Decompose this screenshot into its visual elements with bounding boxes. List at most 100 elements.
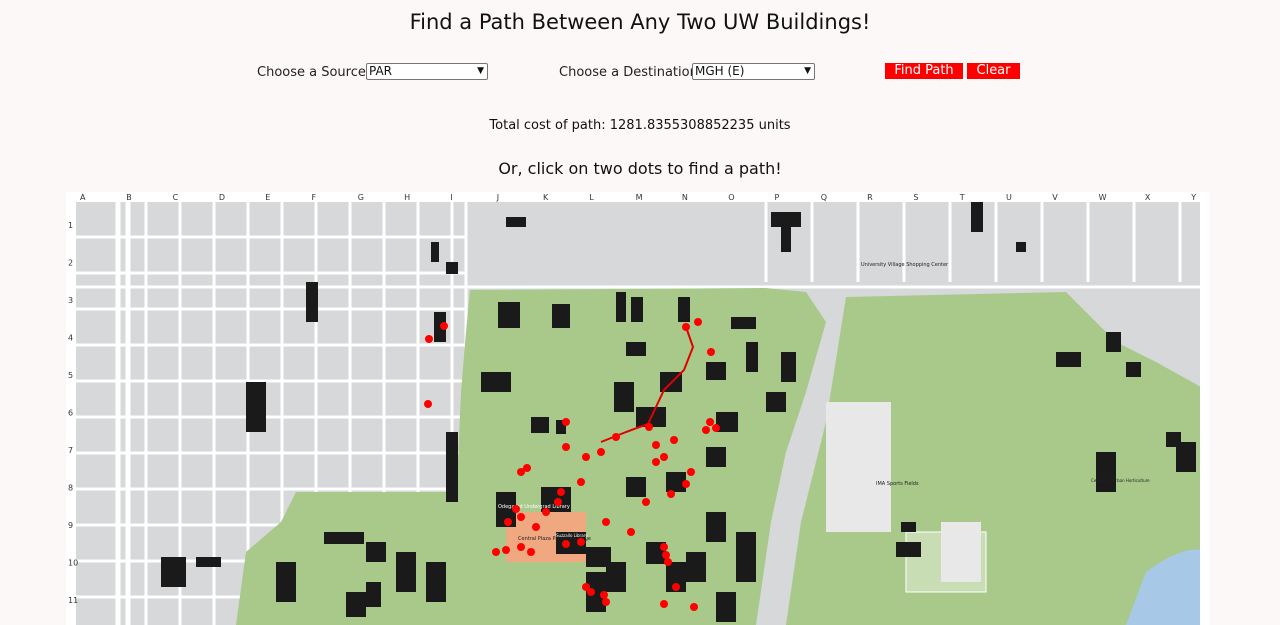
clear-button[interactable]: Clear (967, 63, 1020, 79)
map-row-label: 7 (68, 446, 73, 455)
map-column-label: U (1006, 193, 1012, 202)
urban-hort-label: Center for Urban Horticulture (1091, 478, 1150, 483)
map-column-label: S (913, 193, 918, 202)
map-row-label: 4 (68, 334, 73, 343)
map-column-label: K (543, 193, 549, 202)
node-dot (562, 443, 570, 451)
building-footprint (606, 562, 626, 592)
building-footprint (324, 532, 364, 544)
map-column-label: M (636, 193, 643, 202)
node-dot (424, 400, 432, 408)
node-dot (532, 523, 540, 531)
building-footprint (626, 477, 646, 497)
node-dot (602, 598, 610, 606)
building-footprint (431, 242, 439, 262)
map-column-label: N (682, 193, 688, 202)
suzzallo-label: Suzzallo Library (556, 533, 588, 538)
building-footprint (1016, 242, 1026, 252)
building-footprint (731, 317, 756, 329)
node-dot (492, 548, 500, 556)
building-footprint (481, 372, 511, 392)
node-dot (652, 458, 660, 466)
building-footprint (246, 382, 266, 432)
node-dot (600, 591, 608, 599)
building-footprint (678, 297, 690, 322)
map-row-label: 2 (68, 259, 73, 268)
node-dot (682, 323, 690, 331)
building-footprint (614, 382, 634, 412)
node-dot (582, 453, 590, 461)
map-row-label: 5 (68, 371, 73, 380)
building-footprint (781, 352, 796, 382)
node-dot (597, 448, 605, 456)
building-footprint (498, 302, 520, 328)
map-column-label: H (404, 193, 410, 202)
building-footprint (706, 447, 726, 467)
node-dot (670, 436, 678, 444)
node-dot (682, 480, 690, 488)
building-footprint (1056, 352, 1081, 367)
building-footprint (901, 522, 916, 532)
parking-lot-e12 (941, 522, 981, 582)
node-dot (582, 583, 590, 591)
map-column-label: B (126, 193, 132, 202)
map-column-label: Y (1190, 193, 1196, 202)
building-footprint (306, 292, 318, 322)
map-column-label: Q (821, 193, 827, 202)
node-dot (562, 418, 570, 426)
map-column-label: E (265, 193, 270, 202)
map-column-label: W (1099, 193, 1107, 202)
map-column-label: I (450, 193, 452, 202)
destination-select[interactable]: MGH (E) ▼ (692, 63, 815, 80)
node-dot (627, 528, 635, 536)
source-select-value: PAR (369, 64, 393, 78)
node-dot (642, 498, 650, 506)
node-dot (694, 318, 702, 326)
building-footprint (686, 552, 706, 582)
source-select[interactable]: PAR ▼ (366, 63, 488, 80)
node-dot (542, 508, 550, 516)
find-path-button[interactable]: Find Path (885, 63, 963, 79)
path-cost-text: Total cost of path: 1281.8355308852235 u… (489, 118, 791, 133)
building-footprint (771, 212, 801, 227)
building-footprint (1106, 332, 1121, 352)
building-footprint (746, 342, 758, 372)
parking-lot-e1 (826, 402, 891, 532)
node-dot (660, 453, 668, 461)
map-column-label: X (1145, 193, 1151, 202)
node-dot (523, 464, 531, 472)
source-label: Choose a Source: (257, 65, 371, 80)
map-row-label: 9 (68, 521, 73, 530)
node-dot (517, 543, 525, 551)
node-dot (707, 348, 715, 356)
building-footprint (552, 304, 570, 328)
node-dot (660, 600, 668, 608)
building-footprint (346, 592, 366, 617)
node-dot (664, 558, 672, 566)
ima-label: IMA Sports Fields (876, 481, 919, 487)
node-dot (440, 322, 448, 330)
node-dot (554, 498, 562, 506)
node-dot (425, 335, 433, 343)
uvillage-label: University Village Shopping Center (861, 262, 949, 268)
node-dot (602, 518, 610, 526)
building-footprint (506, 217, 526, 227)
map-row-label: 10 (68, 559, 78, 568)
node-dot (706, 418, 714, 426)
map-row-label: 3 (68, 296, 73, 305)
map-column-label: A (80, 193, 86, 202)
building-footprint (366, 582, 381, 607)
map-column-label: D (219, 193, 225, 202)
building-footprint (1166, 432, 1181, 447)
node-dot (562, 540, 570, 548)
node-dot (662, 551, 670, 559)
building-footprint (896, 542, 921, 557)
map-column-label: R (867, 193, 873, 202)
node-dot (690, 603, 698, 611)
node-dot (672, 583, 680, 591)
node-dot (527, 548, 535, 556)
campus-map[interactable]: ABCDEFGHIJKLMNOPQRSTUVWXY 1 2 3 4 5 6 7 8 9 10 11 … (66, 192, 1210, 625)
map-column-label: T (959, 193, 965, 202)
node-dot (504, 518, 512, 526)
page-title: Find a Path Between Any Two UW Buildings… (409, 10, 871, 34)
